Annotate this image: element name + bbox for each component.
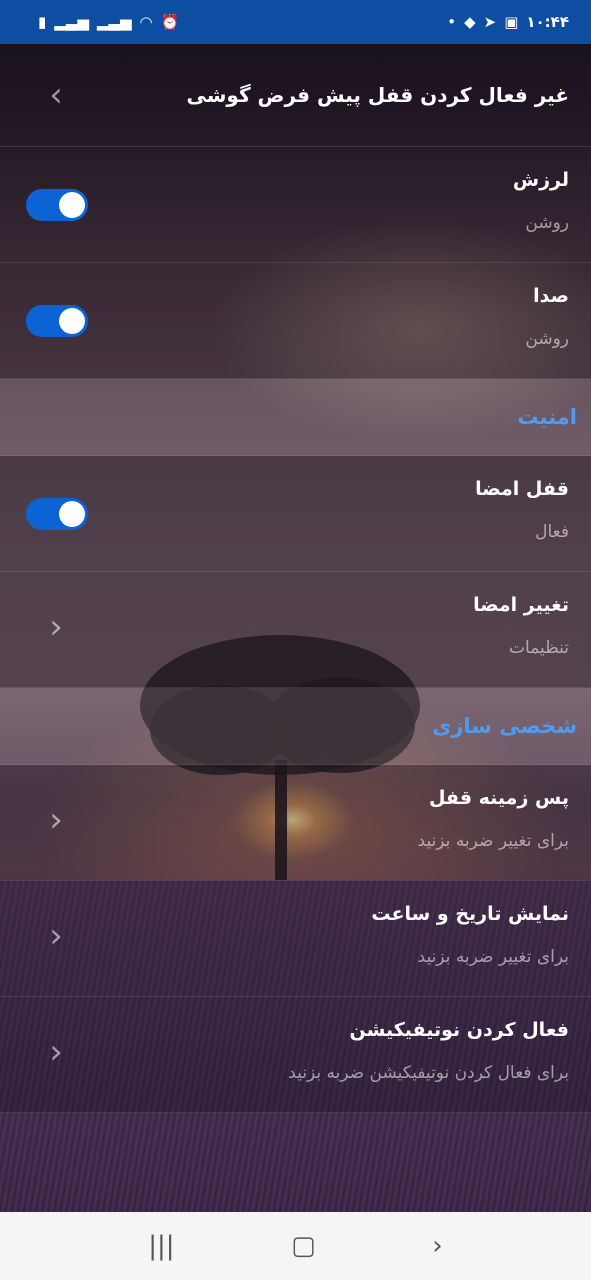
toggle-knob bbox=[59, 192, 85, 218]
signature-lock-toggle[interactable] bbox=[26, 498, 88, 530]
row-subtitle: روشن bbox=[525, 329, 569, 349]
row-title: صدا bbox=[533, 285, 569, 307]
clock: ۱۰:۴۴ bbox=[526, 13, 569, 31]
row-title: فعال کردن نوتیفیکیشن bbox=[349, 1019, 569, 1041]
chevron-left-icon: ‹ bbox=[49, 607, 63, 647]
signal-icon-2: ▂▃▅ bbox=[96, 12, 132, 31]
send-icon: ➤ bbox=[483, 12, 497, 31]
alarm-icon: ⏰ bbox=[160, 12, 180, 31]
row-signature-lock[interactable]: قفل امضا فعال bbox=[0, 456, 591, 572]
signal-icon: ▂▃▅ bbox=[54, 12, 89, 31]
row-subtitle: برای تغییر ضربه بزنید bbox=[417, 831, 569, 851]
row-title: پس زمینه قفل bbox=[428, 787, 569, 809]
home-icon[interactable]: ▢ bbox=[291, 1231, 316, 1261]
row-sound[interactable]: صدا روشن bbox=[0, 263, 591, 379]
settings-content: ‹ غیر فعال کردن قفل پیش فرض گوشی لرزش رو… bbox=[0, 44, 591, 1212]
section-label: شخصی سازی bbox=[432, 714, 577, 738]
row-change-signature[interactable]: تغییر امضا تنظیمات ‹ bbox=[0, 572, 591, 688]
row-title: تغییر امضا bbox=[473, 594, 569, 616]
chevron-left-icon[interactable]: ‹ bbox=[44, 78, 68, 112]
row-subtitle: برای تغییر ضربه بزنید bbox=[417, 947, 569, 967]
chevron-left-icon: ‹ bbox=[49, 1032, 63, 1072]
row-subtitle: تنظیمات bbox=[509, 638, 569, 658]
row-subtitle: برای فعال کردن نوتیفیکیشن ضربه بزنید bbox=[288, 1063, 569, 1083]
toggle-knob bbox=[59, 501, 85, 527]
row-lock-wallpaper[interactable]: پس زمینه قفل برای تغییر ضربه بزنید ‹ bbox=[0, 765, 591, 881]
row-title: لرزش bbox=[512, 169, 569, 191]
image-icon: ▣ bbox=[504, 12, 519, 31]
section-label: امنیت bbox=[517, 405, 577, 429]
status-right-icons: • ◆ ➤ ▣ ۱۰:۴۴ bbox=[447, 13, 569, 31]
battery-icon: ▮ bbox=[38, 12, 47, 31]
sound-toggle[interactable] bbox=[26, 305, 88, 337]
row-vibration[interactable]: لرزش روشن bbox=[0, 147, 591, 263]
dot-icon: • bbox=[447, 12, 457, 31]
recents-icon[interactable]: ||| bbox=[148, 1231, 174, 1261]
status-bar: ▮ ▂▃▅ ▂▃▅ ◠ ⏰ • ◆ ➤ ▣ ۱۰:۴۴ bbox=[0, 0, 591, 44]
row-subtitle: فعال bbox=[535, 522, 569, 542]
title-bar[interactable]: ‹ غیر فعال کردن قفل پیش فرض گوشی bbox=[0, 44, 591, 147]
chevron-left-icon: ‹ bbox=[49, 916, 63, 956]
section-personalization: شخصی سازی bbox=[0, 688, 591, 765]
toggle-knob bbox=[59, 308, 85, 334]
navigation-bar: ||| ▢ › bbox=[0, 1212, 591, 1280]
page-title: غیر فعال کردن قفل پیش فرض گوشی bbox=[186, 83, 570, 107]
row-date-time[interactable]: نمایش تاریخ و ساعت برای تغییر ضربه بزنید… bbox=[0, 881, 591, 997]
chevron-left-icon: ‹ bbox=[49, 800, 63, 840]
row-subtitle: روشن bbox=[525, 213, 569, 233]
wifi-icon: ◠ bbox=[139, 12, 153, 31]
row-enable-notification[interactable]: فعال کردن نوتیفیکیشن برای فعال کردن نوتی… bbox=[0, 997, 591, 1113]
section-security: امنیت bbox=[0, 379, 591, 456]
row-title: نمایش تاریخ و ساعت bbox=[371, 903, 569, 925]
row-title: قفل امضا bbox=[475, 478, 569, 500]
vibration-toggle[interactable] bbox=[26, 189, 88, 221]
back-icon[interactable]: › bbox=[432, 1231, 442, 1261]
bag-icon: ◆ bbox=[464, 12, 476, 31]
status-left-icons: ▮ ▂▃▅ ▂▃▅ ◠ ⏰ bbox=[38, 12, 180, 31]
